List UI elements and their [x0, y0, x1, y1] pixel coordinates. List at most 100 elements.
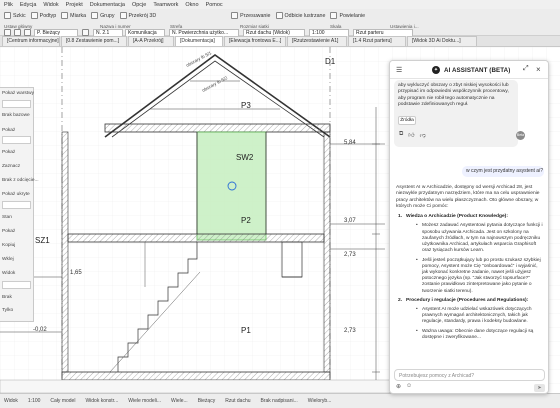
left-palette-item[interactable]: Pokaż [2, 128, 15, 133]
tab-centrum[interactable]: [Centrum informacyjne] [2, 36, 60, 46]
menu-teamwork[interactable]: Teamwork [152, 2, 184, 8]
thumbs-down-icon[interactable]: 👎︎ [420, 131, 426, 139]
arrow-tool-icon[interactable] [4, 29, 11, 36]
left-palette-item[interactable]: Brak z odcięcie... [2, 178, 39, 183]
user-message: w czym jest przydatny asystent ai? [462, 166, 544, 177]
menu-edycja[interactable]: Edycja [19, 2, 43, 8]
hamburger-menu-icon[interactable]: ☰ [396, 66, 402, 74]
ai-logo-icon: ✦ [432, 66, 440, 74]
tab-rzut-parteru[interactable]: [1.4 Rzut parteru] [348, 36, 406, 46]
room-stamp-icon[interactable] [82, 29, 89, 36]
pencil-icon [4, 12, 11, 19]
group-icon [91, 12, 99, 19]
toolbar-przekroj-3d[interactable]: Przekrój 3D [119, 12, 156, 19]
left-palette-item[interactable]: Tylko [2, 308, 13, 313]
ai-header: ☰ ✦ AI ASSISTANT (BETA) ⤢ × [390, 61, 548, 79]
menu-plik[interactable]: Plik [3, 2, 19, 8]
move-icon [231, 12, 239, 19]
status-item[interactable]: Wiele... [171, 398, 188, 404]
menu-okno[interactable]: Okno [184, 2, 204, 8]
expand-icon[interactable]: ⤢ [523, 65, 529, 73]
status-item[interactable]: Rzut dachu [225, 398, 250, 404]
subtype-icon [30, 12, 38, 19]
view-tabs: [Centrum informacyjne] [0.8 Zestawienie … [0, 36, 560, 47]
menu-bar: Plik Edycja Widok Projekt Dokumentacja O… [0, 0, 560, 9]
menu-widok[interactable]: Widok [42, 2, 64, 8]
status-item[interactable]: Cały model [50, 398, 75, 404]
marquee-tool-icon[interactable] [14, 29, 21, 36]
ai-assistant-panel: ☰ ✦ AI ASSISTANT (BETA) ⤢ × aby wykluczy… [389, 60, 549, 394]
tab-dokumentacja[interactable]: [Dokumentacja] [175, 36, 223, 46]
left-palette-item[interactable]: Brak bazowe [2, 113, 30, 118]
status-item[interactable]: Brak nadpisani... [261, 398, 298, 404]
left-palette-item[interactable]: Pokaż [2, 229, 15, 234]
answer-section-heading: 2. Procedury i regulacje (Procedures and … [398, 297, 529, 303]
copy-icon[interactable]: ⧉ [399, 131, 403, 139]
close-icon[interactable]: × [536, 65, 541, 74]
left-palette-item[interactable]: Pokaż warstwy [2, 91, 34, 96]
menu-pomoc[interactable]: Pomoc [205, 2, 229, 8]
label-p2: P2 [241, 216, 251, 225]
status-item[interactable]: Widok [4, 398, 18, 404]
status-bar: Widok 1:100 Cały model Widok konstr... W… [0, 393, 560, 408]
label-sz1: SZ1 [35, 236, 50, 245]
avatar: Beta [516, 131, 525, 140]
answer-bullet: Możesz zadawać Asystentowi pytania dotyc… [416, 223, 544, 254]
left-palette-item[interactable]: Widok [2, 271, 15, 276]
attach-icon[interactable]: ⊕ [396, 383, 401, 390]
left-palette-item[interactable]: Brak [2, 295, 12, 300]
answer-intro: Asystent AI w Archicadzie, dostępny od w… [396, 185, 540, 209]
toolbar-szkic[interactable]: Szkic [4, 12, 26, 19]
tab-widok-3d[interactable]: [Widok 3D Ai Doktu...] [407, 36, 477, 46]
status-item[interactable]: Widok konstr... [85, 398, 118, 404]
answer-bullet: Jeśli jesteś początkujący lub po prostu … [416, 258, 544, 295]
ai-prompt-input[interactable]: Potrzebujesz pomocy z Archicad? [394, 369, 545, 381]
left-palette-field[interactable] [2, 281, 31, 289]
status-item[interactable]: Wiele modeli... [128, 398, 161, 404]
tab-elewacja[interactable]: [Elewacja frontowa E...] [224, 36, 286, 46]
toolbar-miarka[interactable]: Miarka [61, 12, 86, 19]
ai-chat-body[interactable]: aby wykluczyć obszary o zbyt niskiej wys… [390, 80, 548, 368]
label-p1: P1 [241, 326, 251, 335]
menu-projekt[interactable]: Projekt [65, 2, 89, 8]
toolbar-powielanie[interactable]: Powielanie [330, 12, 365, 19]
left-palette-item[interactable]: Stan [2, 215, 12, 220]
tab-rzut-zestawienie[interactable]: [Rzutzestawienie A1] [287, 36, 347, 46]
input-tools: ⊕ ☺ [396, 383, 412, 390]
toolbar-odbicie[interactable]: Odbicie lustrzane [275, 12, 325, 19]
toolbar-podtyp[interactable]: Podtyp [30, 12, 56, 19]
left-palette-field[interactable] [2, 201, 31, 209]
left-palette-item[interactable]: Kopiuj [2, 243, 15, 248]
ruler-icon [61, 12, 69, 19]
toolbar: Szkic Podtyp Miarka Grupy Przekrój 3D Pr… [0, 9, 560, 37]
left-palette-field[interactable] [2, 100, 31, 108]
emoji-icon[interactable]: ☺ [406, 383, 412, 390]
dim-level-5: -0,02 [33, 327, 47, 333]
menu-opcje[interactable]: Opcje [131, 2, 152, 8]
menu-dokumentacja[interactable]: Dokumentacja [89, 2, 131, 8]
answer-bullet: Asystent AI może udzielać wskazówek doty… [416, 307, 544, 326]
duplicate-icon [330, 12, 338, 19]
section-3d-icon [119, 12, 127, 19]
ai-message-previous: aby wykluczyć obszary o zbyt niskiej wys… [394, 80, 525, 147]
left-palette-item[interactable]: Zaznacz [2, 164, 20, 169]
answer-bullet: Ważna uwaga: Obecnie dane dotyczące regu… [416, 329, 544, 341]
toolbar-przesuwanie[interactable]: Przesuwanie [231, 12, 271, 19]
ai-panel-title: AI ASSISTANT (BETA) [444, 66, 511, 74]
status-scale[interactable]: 1:100 [28, 398, 41, 404]
dim-level-2: 3,07 [344, 218, 356, 224]
thumbs-up-icon[interactable]: 👍︎ [408, 131, 414, 139]
status-item[interactable]: Wieloryb... [308, 398, 332, 404]
status-item[interactable]: Bieżący [198, 398, 216, 404]
label-sw2: SW2 [236, 153, 254, 162]
send-button[interactable]: ➤ [534, 384, 545, 392]
tab-przekroj[interactable]: [A-A Przekrój] [128, 36, 174, 46]
left-palette-item[interactable]: Pokaż ukryte [2, 192, 30, 197]
grid-tool-icon[interactable] [24, 29, 31, 36]
left-palette-item[interactable]: Pokaż [2, 150, 15, 155]
left-palette-item[interactable]: Wklej [2, 257, 14, 262]
toolbar-grupy[interactable]: Grupy [91, 12, 115, 19]
sources-button[interactable]: Źródła [398, 116, 416, 125]
tab-zestawienie[interactable]: [0.8 Zestawienie pom...] [61, 36, 127, 46]
left-palette-field[interactable] [2, 136, 31, 144]
